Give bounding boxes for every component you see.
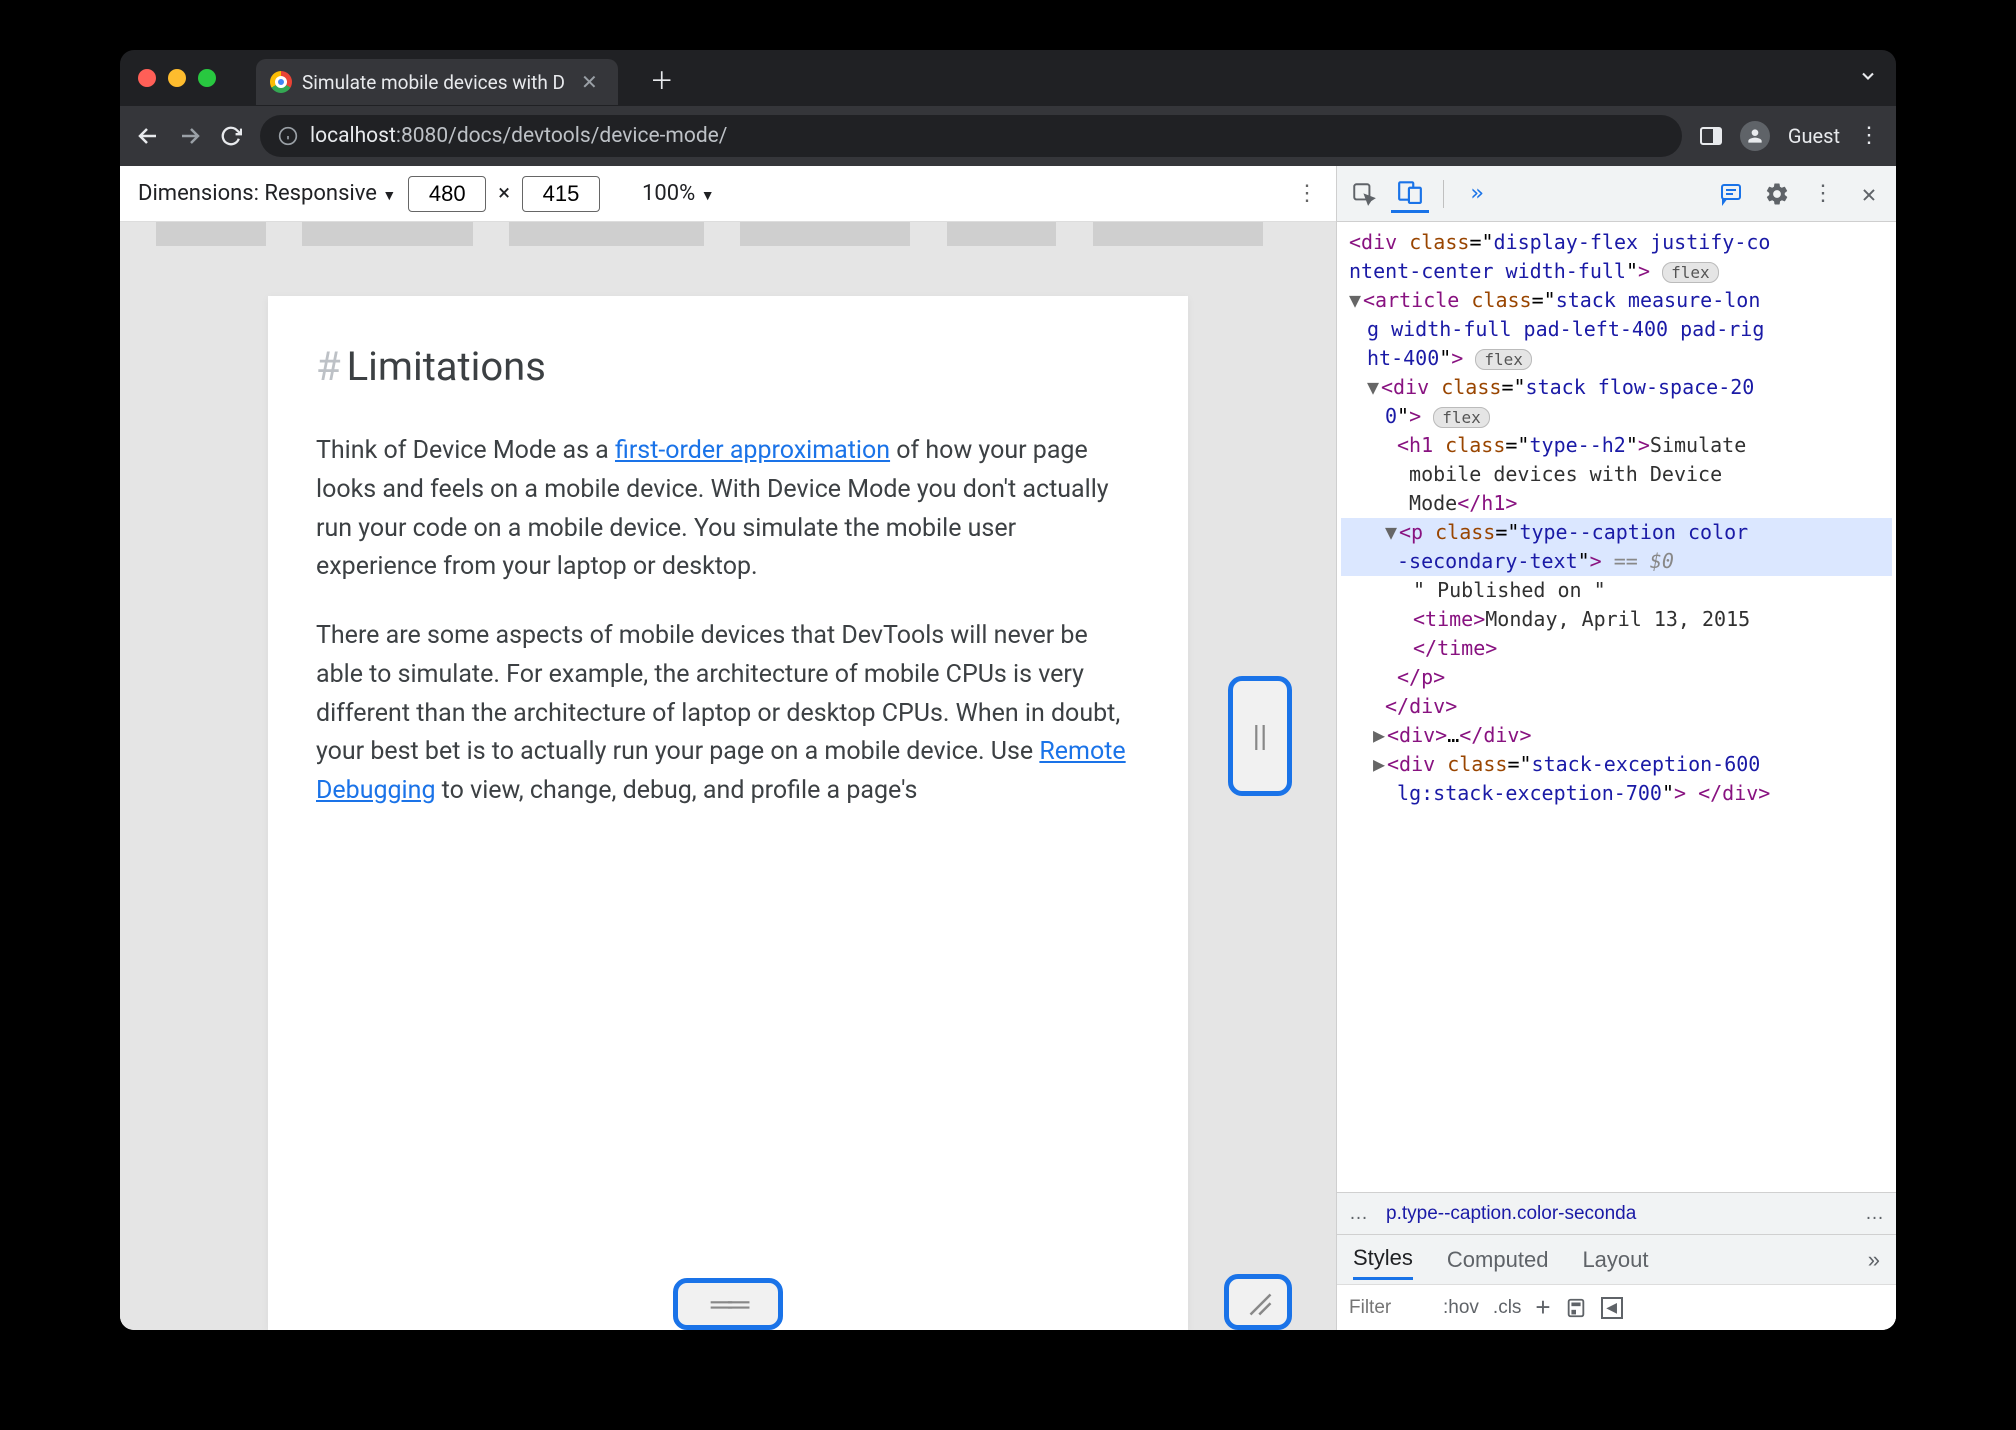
more-tabs-icon[interactable]: »	[1458, 175, 1496, 213]
tab-styles[interactable]: Styles	[1353, 1245, 1413, 1280]
site-info-icon[interactable]	[278, 126, 298, 146]
profile-label[interactable]: Guest	[1788, 124, 1840, 148]
tab-search-icon[interactable]	[1858, 66, 1878, 90]
resize-handle-right[interactable]: ||	[1228, 676, 1292, 796]
devtools-panel: » ⋮ ✕ <div class="display-flex justify-c…	[1336, 166, 1896, 1330]
devtools-tabbar: » ⋮ ✕	[1337, 166, 1896, 222]
divider	[1443, 180, 1444, 208]
hov-toggle[interactable]: :hov	[1443, 1297, 1479, 1319]
nav-bar: localhost:8080/docs/devtools/device-mode…	[120, 106, 1896, 166]
crumb-left[interactable]: …	[1349, 1203, 1368, 1225]
link-approximation[interactable]: first-order approximation	[615, 436, 890, 465]
dimension-separator: ×	[498, 181, 510, 206]
minimize-window-icon[interactable]	[168, 69, 186, 87]
resize-handle-bottom[interactable]: ══	[673, 1278, 783, 1330]
crumb-selected[interactable]: p.type--caption.color-seconda	[1386, 1203, 1636, 1225]
address-bar[interactable]: localhost:8080/docs/devtools/device-mode…	[260, 115, 1682, 157]
profile-avatar-icon[interactable]	[1740, 121, 1770, 151]
page-area: #Limitations Think of Device Mode as a f…	[120, 246, 1336, 1330]
page-heading: #Limitations	[316, 336, 1140, 398]
settings-gear-icon[interactable]	[1758, 175, 1796, 213]
close-window-icon[interactable]	[138, 69, 156, 87]
tab-layout[interactable]: Layout	[1582, 1247, 1648, 1273]
close-devtools-icon[interactable]: ✕	[1850, 175, 1888, 213]
side-panel-icon[interactable]	[1700, 127, 1722, 145]
paragraph: There are some aspects of mobile devices…	[316, 617, 1140, 811]
height-input[interactable]	[522, 176, 600, 212]
elements-dom-tree[interactable]: <div class="display-flex justify-co nten…	[1337, 222, 1896, 1192]
toggle-device-toolbar-icon[interactable]	[1391, 175, 1429, 213]
breadcrumb[interactable]: … p.type--caption.color-seconda …	[1337, 1192, 1896, 1234]
traffic-lights	[138, 69, 216, 87]
styles-filter-input[interactable]	[1349, 1297, 1429, 1319]
browser-tab[interactable]: Simulate mobile devices with D ✕	[256, 59, 618, 105]
rendered-page[interactable]: #Limitations Think of Device Mode as a f…	[268, 296, 1188, 1330]
new-style-rule-icon[interactable]: +	[1535, 1292, 1550, 1323]
browser-window: Simulate mobile devices with D ✕ ＋ local…	[120, 50, 1896, 1330]
tab-title: Simulate mobile devices with D	[302, 71, 565, 94]
reload-button[interactable]	[220, 125, 242, 147]
url-host: localhost:8080/docs/devtools/device-mode…	[310, 124, 727, 148]
more-style-tabs-icon[interactable]: »	[1868, 1247, 1880, 1273]
dimensions-dropdown[interactable]: Dimensions: Responsive ▼	[138, 181, 396, 206]
close-tab-icon[interactable]: ✕	[575, 70, 604, 94]
cls-toggle[interactable]: .cls	[1493, 1297, 1522, 1319]
paragraph: Think of Device Mode as a first-order ap…	[316, 432, 1140, 587]
styles-filter-bar: :hov .cls + ◀	[1337, 1284, 1896, 1330]
devtools-menu-icon[interactable]: ⋮	[1804, 175, 1842, 213]
forward-button[interactable]	[178, 124, 202, 148]
browser-menu-icon[interactable]: ⋮	[1858, 132, 1880, 141]
chrome-favicon-icon	[270, 71, 292, 93]
content-area: Dimensions: Responsive ▼ × 100% ▼ ⋮ #Lim…	[120, 166, 1896, 1330]
toggle-sidebar-icon[interactable]: ◀	[1601, 1297, 1623, 1319]
ruler	[120, 222, 1336, 246]
device-viewport: Dimensions: Responsive ▼ × 100% ▼ ⋮ #Lim…	[120, 166, 1336, 1330]
titlebar: Simulate mobile devices with D ✕ ＋	[120, 50, 1896, 106]
feedback-icon[interactable]	[1712, 175, 1750, 213]
inspect-element-icon[interactable]	[1345, 175, 1383, 213]
zoom-dropdown[interactable]: 100% ▼	[642, 181, 715, 206]
styles-tabs: Styles Computed Layout »	[1337, 1234, 1896, 1284]
maximize-window-icon[interactable]	[198, 69, 216, 87]
device-toolbar: Dimensions: Responsive ▼ × 100% ▼ ⋮	[120, 166, 1336, 222]
new-tab-button[interactable]: ＋	[650, 61, 674, 96]
resize-handle-corner[interactable]	[1224, 1274, 1292, 1330]
width-input[interactable]	[408, 176, 486, 212]
crumb-right[interactable]: …	[1865, 1203, 1884, 1225]
device-menu-icon[interactable]: ⋮	[1296, 181, 1318, 206]
computed-styles-icon[interactable]	[1565, 1297, 1587, 1319]
back-button[interactable]	[136, 124, 160, 148]
tab-computed[interactable]: Computed	[1447, 1247, 1549, 1273]
